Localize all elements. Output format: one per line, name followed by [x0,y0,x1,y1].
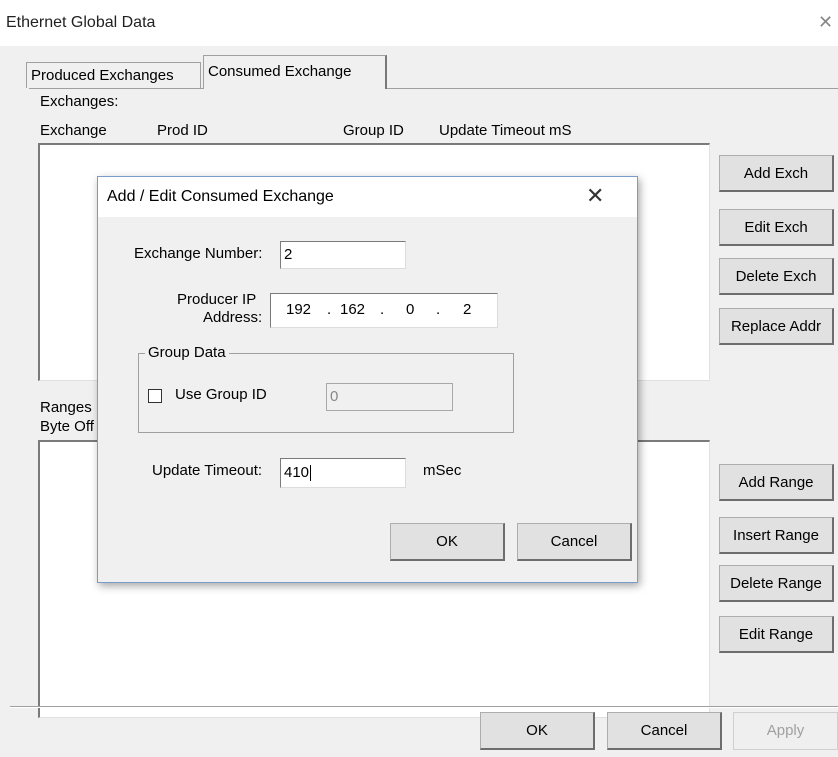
dialog-title: Add / Edit Consumed Exchange [107,188,334,205]
exchanges-label: Exchanges: [40,93,119,110]
dialog-titlebar: Add / Edit Consumed Exchange ✕ [98,177,637,217]
ip-octet-1[interactable]: 192 [286,301,311,318]
producer-ip-address-field[interactable]: 192 . 162 . 0 . 2 [270,293,498,328]
ip-dot-3: . [436,301,441,318]
ip-octet-3[interactable]: 0 [406,301,414,318]
update-timeout-value: 410 [284,464,310,481]
cancel-button[interactable]: Cancel [607,712,722,750]
column-group-id: Group ID [343,122,404,139]
update-timeout-field[interactable]: 410 [280,458,406,488]
use-group-id-label[interactable]: Use Group ID [175,386,267,403]
column-prod-id: Prod ID [157,122,208,139]
column-update-timeout: Update Timeout mS [439,122,572,139]
exchange-number-value: 2 [284,246,293,263]
exchange-number-field[interactable]: 2 [280,241,406,269]
ip-dot-2: . [380,301,385,318]
group-data-legend: Group Data [145,344,229,361]
tab-produced-exchanges[interactable]: Produced Exchanges [26,62,201,88]
apply-button[interactable]: Apply [733,712,838,750]
group-id-value: 0 [330,388,339,405]
update-timeout-label: Update Timeout: [152,462,263,479]
window-close-icon[interactable]: ✕ [818,12,833,33]
edit-exch-button[interactable]: Edit Exch [719,209,834,246]
delete-exch-button[interactable]: Delete Exch [719,258,834,295]
update-timeout-unit: mSec [423,462,462,479]
insert-range-button[interactable]: Insert Range [719,517,834,554]
ip-octet-4[interactable]: 2 [463,301,471,318]
dialog-cancel-button[interactable]: Cancel [517,523,632,561]
window-title: Ethernet Global Data [6,14,156,31]
text-caret [310,465,312,482]
column-exchange: Exchange [40,122,107,139]
dialog-close-icon[interactable]: ✕ [586,183,604,209]
footer-divider [10,706,838,708]
window-titlebar: Ethernet Global Data ✕ [0,0,838,46]
ranges-label: Ranges [40,399,92,416]
producer-ip-label-line1: Producer IP [177,291,257,308]
ip-dot-1: . [327,301,332,318]
ok-button[interactable]: OK [480,712,595,750]
add-range-button[interactable]: Add Range [719,464,834,501]
replace-addr-button[interactable]: Replace Addr [719,308,834,345]
dialog-ok-button[interactable]: OK [390,523,505,561]
add-exch-button[interactable]: Add Exch [719,155,834,192]
use-group-id-checkbox[interactable] [148,389,162,403]
producer-ip-label-line2: Address: [203,309,263,326]
edit-range-button[interactable]: Edit Range [719,616,834,653]
ip-octet-2[interactable]: 162 [340,301,365,318]
add-edit-consumed-exchange-dialog: Add / Edit Consumed Exchange ✕ Exchange … [97,176,638,583]
group-id-field[interactable]: 0 [326,383,453,411]
ranges-column-byte-offset: Byte Off [40,418,94,435]
delete-range-button[interactable]: Delete Range [719,565,834,602]
tab-consumed-exchange[interactable]: Consumed Exchange [203,55,387,89]
exchange-number-label: Exchange Number: [134,245,263,262]
